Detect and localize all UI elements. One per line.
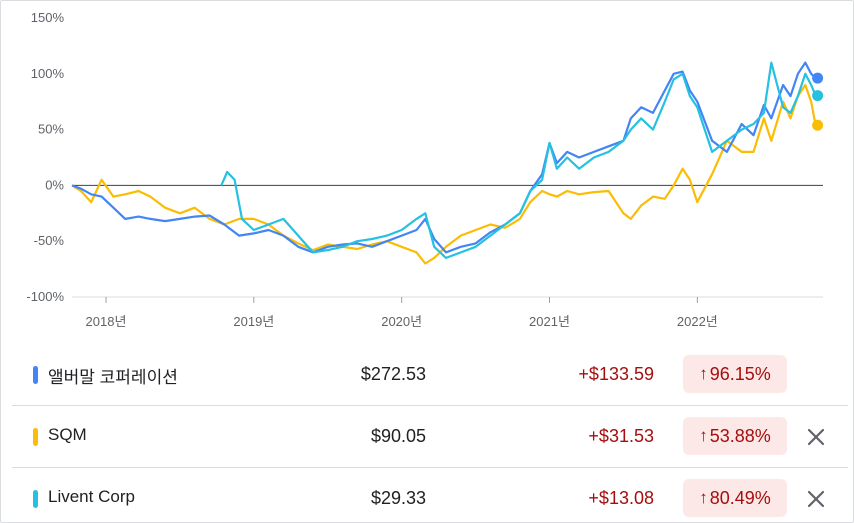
stock-price: $272.53: [360, 364, 426, 384]
series-end-dot: [812, 90, 824, 102]
stock-price: $90.05: [370, 426, 426, 446]
close-icon: [807, 428, 825, 446]
close-icon: [807, 490, 825, 508]
percent-change-value: 53.88%: [709, 425, 771, 446]
stock-name: Livent Corp: [48, 487, 135, 506]
percent-change-value: 80.49%: [709, 487, 771, 508]
percent-change-value: 96.15%: [709, 363, 771, 384]
x-tick-label: 2018년: [86, 314, 127, 329]
list-item-livent[interactable]: Livent Corp $29.33 +$13.08 ↑ 80.49%: [12, 468, 848, 522]
x-tick-label: 2022년: [677, 314, 718, 329]
percent-change-badge: ↑ 96.15%: [683, 355, 787, 393]
stock-name: 앨버말 코퍼레이션: [48, 368, 178, 387]
price-change: +$133.59: [578, 364, 654, 384]
list-item-sqm[interactable]: SQM $90.05 +$31.53 ↑ 53.88%: [12, 406, 848, 468]
remove-sqm-button[interactable]: [802, 423, 830, 451]
stock-name: SQM: [48, 425, 87, 444]
x-tick-label: 2020년: [381, 314, 422, 329]
comparison-card: 150% 100% 50% 0% -50% -100% 2018년 2019년 2020년 202…: [0, 0, 854, 523]
arrow-up-icon: ↑: [699, 364, 708, 383]
arrow-up-icon: ↑: [699, 426, 708, 445]
y-tick-label: -100%: [26, 289, 64, 304]
x-tick-label: 2021년: [529, 314, 570, 329]
series-color-swatch: [33, 428, 38, 446]
percent-change-badge: ↑ 53.88%: [683, 417, 787, 455]
x-tick-label: 2019년: [233, 314, 274, 329]
series-line: [71, 83, 817, 265]
price-change: +$31.53: [588, 426, 654, 446]
y-tick-label: 100%: [31, 66, 65, 81]
series-line: [220, 61, 817, 259]
percent-change-badge: ↑ 80.49%: [683, 479, 787, 517]
y-tick-label: -50%: [34, 233, 65, 248]
series-color-swatch: [33, 490, 38, 508]
series-end-dot: [812, 119, 824, 131]
remove-livent-button[interactable]: [802, 485, 830, 513]
y-tick-label: 0%: [45, 177, 64, 192]
y-tick-label: 150%: [31, 10, 65, 25]
series-color-swatch: [33, 366, 38, 384]
price-change: +$13.08: [588, 488, 654, 508]
comparison-list: 앨버말 코퍼레이션 $272.53 +$133.59 ↑ 96.15% SQM …: [12, 344, 848, 522]
arrow-up-icon: ↑: [699, 488, 708, 507]
stock-price: $29.33: [370, 488, 426, 508]
series-end-dot: [812, 72, 824, 84]
list-item-albemarle[interactable]: 앨버말 코퍼레이션 $272.53 +$133.59 ↑ 96.15%: [12, 344, 848, 406]
y-tick-label: 50%: [38, 122, 64, 137]
comparison-chart: 150% 100% 50% 0% -50% -100% 2018년 2019년 2020년 202…: [26, 10, 824, 329]
series-line: [71, 61, 817, 254]
